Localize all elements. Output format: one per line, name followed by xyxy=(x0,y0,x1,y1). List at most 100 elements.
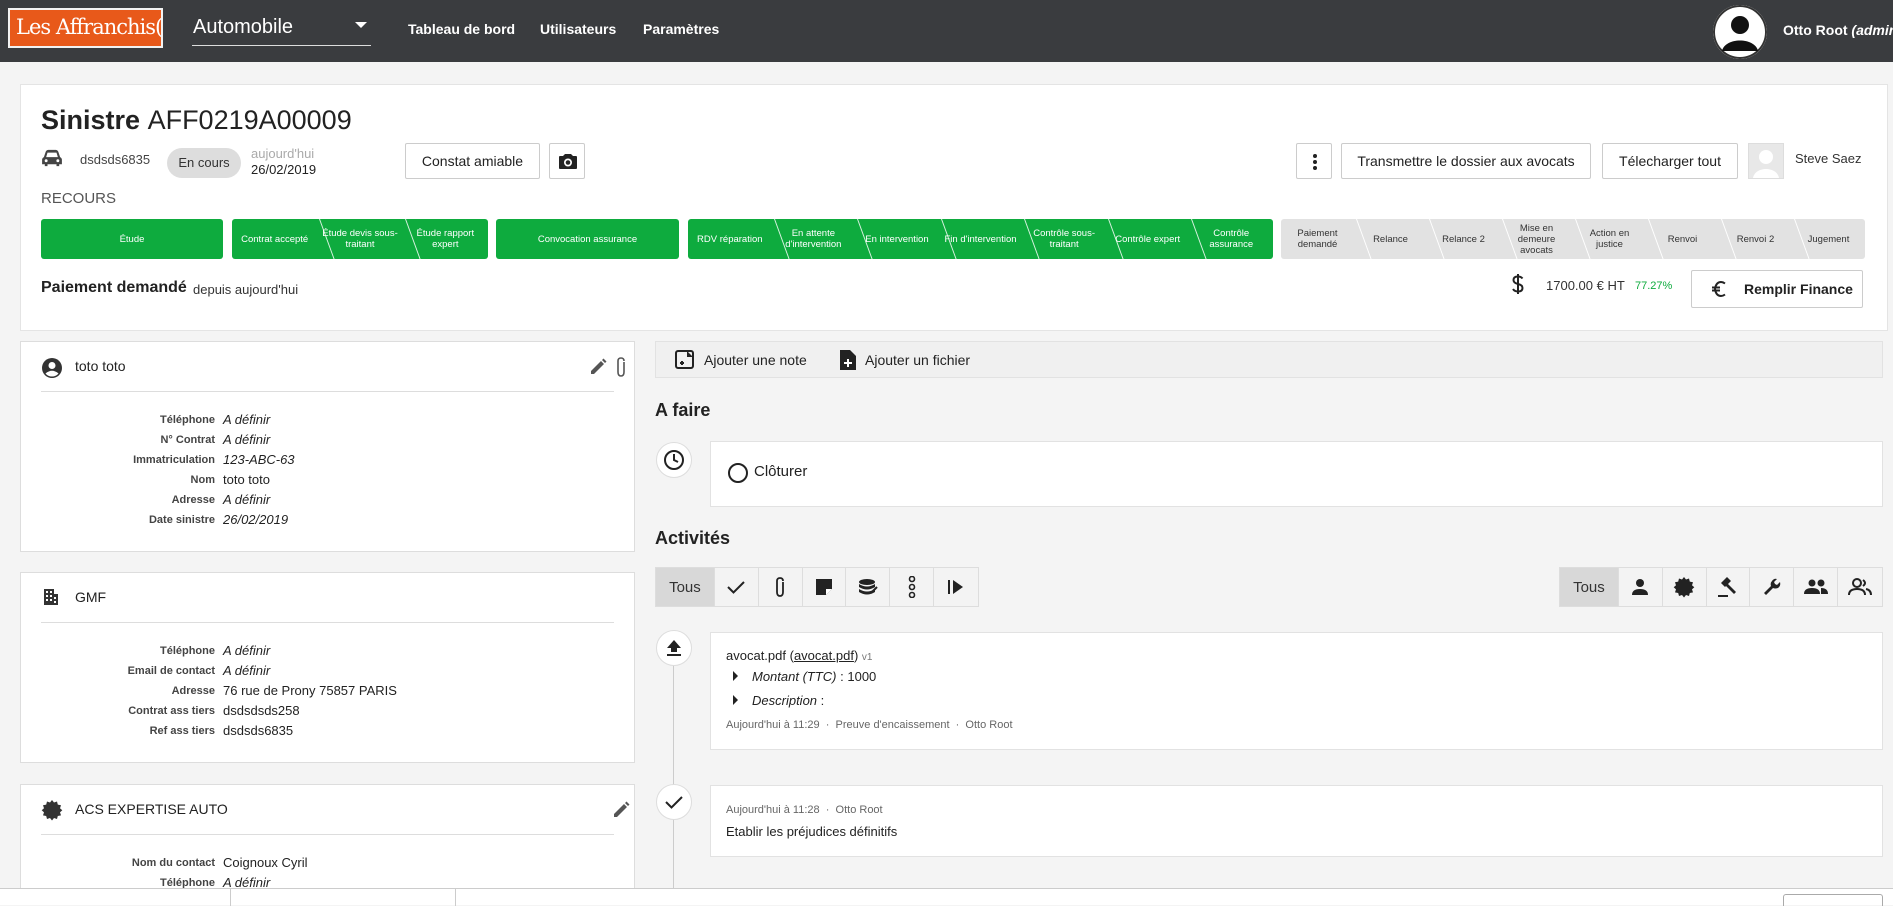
info-label: Adresse xyxy=(171,685,215,697)
activities-title: Activités xyxy=(655,528,731,548)
todo-item[interactable]: Clôturer xyxy=(754,463,807,480)
clock-icon xyxy=(656,442,692,478)
stage-step[interactable]: En attente d'intervention xyxy=(772,219,856,259)
stage-step[interactable]: Renvoi 2 xyxy=(1719,219,1792,259)
activity-type-filter: Tous xyxy=(655,567,979,607)
claim-date: 26/02/2019 xyxy=(251,162,317,177)
stage-step[interactable]: En intervention xyxy=(855,219,939,259)
brand-logo[interactable]: Les Affranchis(e) xyxy=(8,8,163,48)
stage-step[interactable]: Contrôle expert xyxy=(1106,219,1190,259)
stage-step[interactable]: Renvoi xyxy=(1646,219,1719,259)
user-role: (admin) xyxy=(1851,22,1893,38)
expand-arrow-icon xyxy=(733,671,738,681)
stage-step[interactable]: Relance 2 xyxy=(1427,219,1500,259)
stage-group-4: RDV réparation En attente d'intervention… xyxy=(688,219,1273,259)
todo-title: A faire xyxy=(655,400,711,420)
filter-next-icon[interactable] xyxy=(934,568,978,606)
stage-step[interactable]: Action en justice xyxy=(1573,219,1646,259)
page-title: Sinistre AFF0219A00009 xyxy=(41,105,352,135)
stage-step[interactable]: Mise en demeure avocats xyxy=(1500,219,1573,259)
file-add-icon xyxy=(839,349,857,371)
info-value: A définir xyxy=(223,432,271,447)
amount-row[interactable]: Montant (TTC) : 1000 xyxy=(733,669,876,684)
user-avatar[interactable] xyxy=(1713,5,1767,59)
constat-button[interactable]: Constat amiable xyxy=(405,143,540,179)
chevron-down-icon xyxy=(355,22,367,28)
status-badge: En cours xyxy=(167,148,241,178)
activity-meta: Aujourd'hui à 11:28 · Otto Root xyxy=(726,804,883,816)
file-link[interactable]: avocat.pdf xyxy=(794,648,854,663)
description-row[interactable]: Description : xyxy=(733,693,824,708)
camera-button[interactable] xyxy=(549,143,585,179)
fill-finance-button[interactable]: Remplir Finance xyxy=(1691,270,1863,308)
info-value: 76 rue de Prony 75857 PARIS xyxy=(223,683,397,698)
stage-step[interactable]: Convocation assurance xyxy=(496,219,679,259)
filter-database-icon[interactable] xyxy=(846,568,891,606)
stage-step[interactable]: RDV réparation xyxy=(688,219,772,259)
insurer-name: GMF xyxy=(75,589,107,605)
assignee-avatar[interactable] xyxy=(1748,143,1784,179)
info-value: A définir xyxy=(223,643,271,658)
filter-gavel-icon[interactable] xyxy=(1707,568,1751,606)
more-options-button[interactable] xyxy=(1296,143,1332,179)
filter-attachment-icon[interactable] xyxy=(759,568,803,606)
filter-badge-icon[interactable] xyxy=(1663,568,1707,606)
stage-step[interactable]: Contrat accepté xyxy=(232,219,317,259)
stage-group-5: Paiement demandé Relance Relance 2 Mise … xyxy=(1281,219,1865,259)
stage-group-1: Étude xyxy=(41,219,223,259)
claim-header: Sinistre AFF0219A00009 dsdsds6835 En cou… xyxy=(20,84,1888,331)
nav-link-dashboard[interactable]: Tableau de bord xyxy=(408,21,515,37)
account-circle-icon xyxy=(41,357,63,379)
attachment-icon[interactable] xyxy=(614,356,628,378)
edit-icon[interactable] xyxy=(611,800,631,820)
filter-person-icon[interactable] xyxy=(1619,568,1663,606)
badge-icon xyxy=(41,799,63,821)
stage-step[interactable]: Étude devis sous-traitant xyxy=(317,219,402,259)
filter-check-icon[interactable] xyxy=(715,568,759,606)
stage-step[interactable]: Fin d'intervention xyxy=(939,219,1023,259)
filter-supervisor-icon[interactable] xyxy=(1838,568,1882,606)
filter-timeline-icon[interactable] xyxy=(890,568,935,606)
add-note-button[interactable]: Ajouter une note xyxy=(674,349,807,371)
edit-icon[interactable] xyxy=(588,357,608,377)
info-value: 26/02/2019 xyxy=(223,512,289,527)
info-value: 123-ABC-63 xyxy=(223,452,295,467)
filter-note-icon[interactable] xyxy=(803,568,847,606)
nav-link-users[interactable]: Utilisateurs xyxy=(540,21,616,37)
filter-all[interactable]: Tous xyxy=(656,568,715,606)
filter-wrench-icon[interactable] xyxy=(1750,568,1795,606)
stage-step[interactable]: Étude rapport expert xyxy=(403,219,488,259)
activity-text: Etablir les préjudices définitifs xyxy=(726,824,898,839)
stage-step[interactable]: Contrôle assurance xyxy=(1189,219,1273,259)
info-label: Contrat ass tiers xyxy=(128,705,215,717)
filter-all-actors[interactable]: Tous xyxy=(1560,568,1619,606)
filter-group-icon[interactable] xyxy=(1794,568,1839,606)
more-vert-icon xyxy=(1313,154,1317,170)
info-label: Nom du contact xyxy=(131,857,215,869)
nav-link-settings[interactable]: Paramètres xyxy=(643,21,719,37)
info-value: Coignoux Cyril xyxy=(223,855,308,870)
info-label: N° Contrat xyxy=(160,434,215,446)
stage-step[interactable]: Paiement demandé xyxy=(1281,219,1354,259)
radio-unchecked-icon[interactable] xyxy=(727,462,749,484)
info-value: toto toto xyxy=(223,472,270,487)
user-name[interactable]: Otto Root (admin) xyxy=(1783,22,1893,38)
stage-step[interactable]: Contrôle sous-traitant xyxy=(1022,219,1106,259)
expert-name: ACS EXPERTISE AUTO xyxy=(75,801,228,817)
download-all-button[interactable]: Télecharger tout xyxy=(1602,143,1738,179)
client-name: toto toto xyxy=(75,358,126,374)
stage-step[interactable]: Étude xyxy=(41,219,223,259)
domain-select[interactable]: Automobile xyxy=(192,14,371,46)
bottom-bar xyxy=(0,888,1893,906)
current-state: Paiement demandé xyxy=(41,279,187,296)
info-label: Téléphone xyxy=(159,414,215,426)
building-icon xyxy=(43,588,59,606)
claim-category: RECOURS xyxy=(41,190,117,207)
stage-step[interactable]: Jugement xyxy=(1792,219,1865,259)
stage-step[interactable]: Relance xyxy=(1354,219,1427,259)
activity-file: avocat.pdf (avocat.pdf) v1 xyxy=(726,648,873,663)
transmit-lawyers-button[interactable]: Transmettre le dossier aux avocats xyxy=(1341,143,1591,179)
add-file-button[interactable]: Ajouter un fichier xyxy=(839,349,970,371)
bottom-button[interactable] xyxy=(1783,894,1883,906)
camera-icon xyxy=(558,153,578,170)
